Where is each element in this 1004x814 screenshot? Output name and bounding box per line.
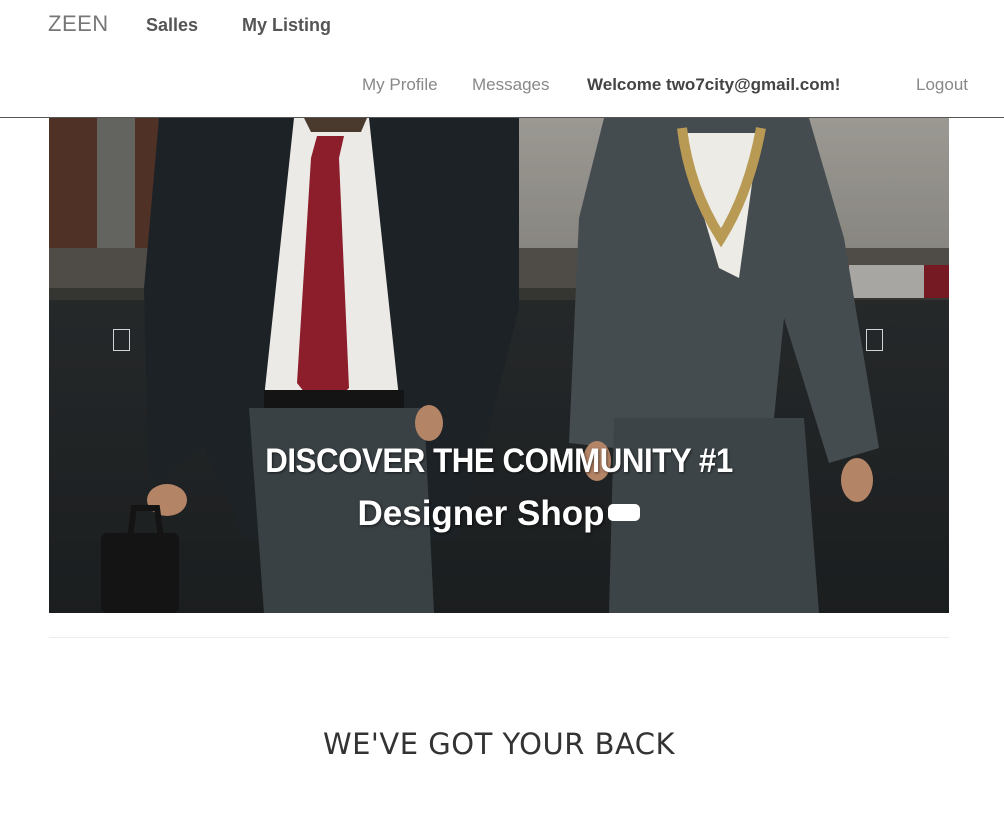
hero-carousel: DISCOVER THE COMMUNITY #1 Designer Shop bbox=[49, 118, 949, 613]
nav-link-my-profile[interactable]: My Profile bbox=[362, 75, 438, 95]
section-divider bbox=[49, 637, 949, 638]
nav-link-logout[interactable]: Logout bbox=[916, 75, 968, 95]
carousel-next-square-outline-icon[interactable] bbox=[866, 329, 883, 351]
hero-subheadline-text: Designer Shop bbox=[357, 494, 605, 533]
carousel-prev-square-outline-icon[interactable] bbox=[113, 329, 130, 351]
welcome-message: Welcome two7city@gmail.com! bbox=[587, 75, 841, 94]
nav-link-messages[interactable]: Messages bbox=[472, 75, 549, 95]
brand-logo-link[interactable]: ZEEN bbox=[48, 11, 109, 37]
hero-cta-pill[interactable] bbox=[608, 504, 641, 522]
hero-headline: DISCOVER THE COMMUNITY #1 bbox=[265, 442, 733, 480]
top-navbar: ZEEN Salles My Listing My Profile Messag… bbox=[0, 0, 1004, 118]
hero-photo bbox=[49, 118, 949, 613]
nav-link-my-listing[interactable]: My Listing bbox=[242, 15, 331, 36]
nav-link-salles[interactable]: Salles bbox=[146, 15, 198, 36]
section-title: WE'VE GOT YOUR BACK bbox=[322, 727, 676, 761]
hero-subheadline: Designer Shop bbox=[49, 494, 949, 534]
